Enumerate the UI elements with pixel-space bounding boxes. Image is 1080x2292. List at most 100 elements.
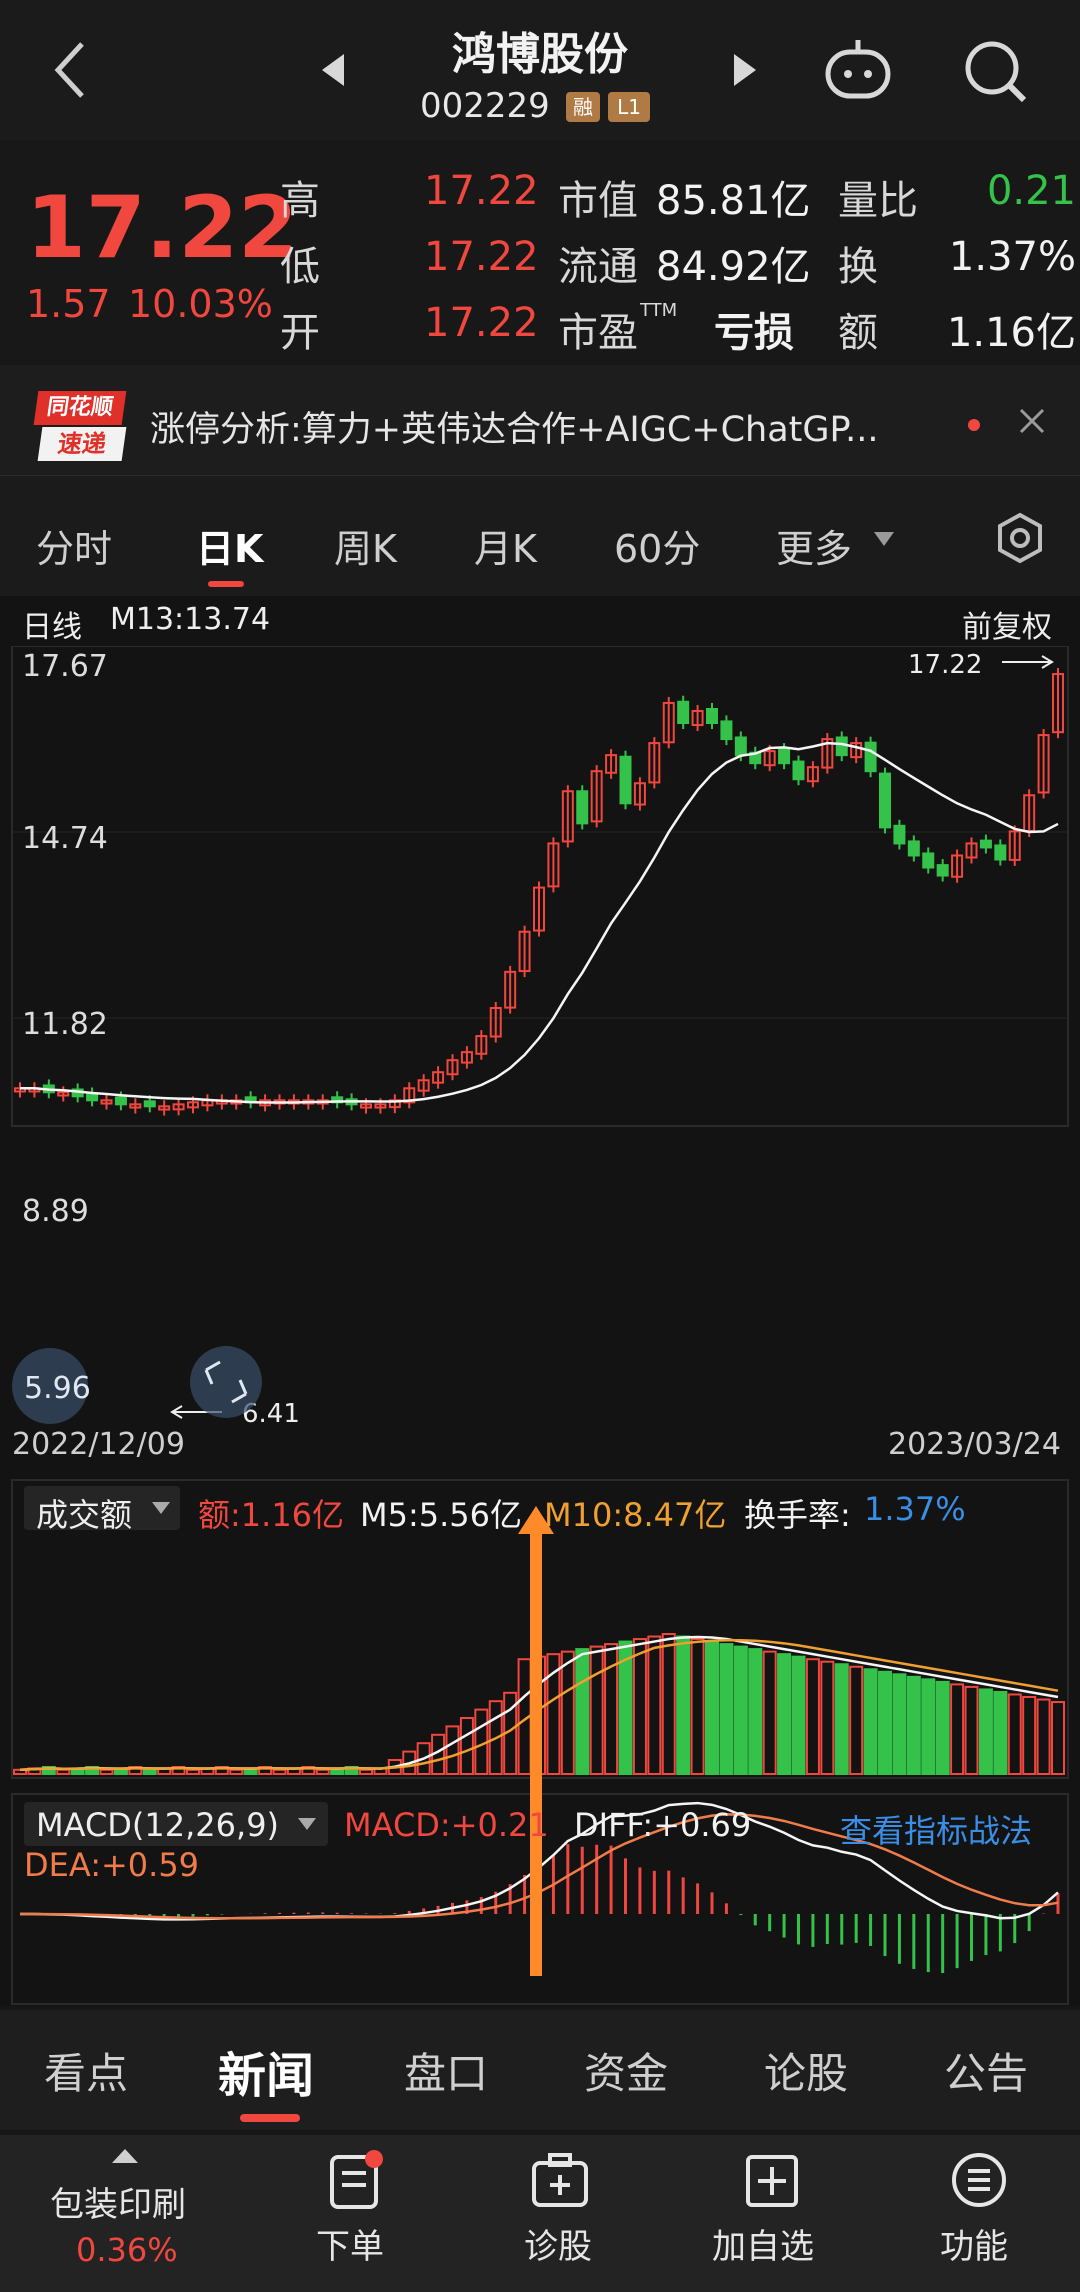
place-order-button[interactable]: 下单 [290,2135,416,2292]
pe-ttm-sup: TTM [640,300,678,321]
robot-assistant-icon[interactable] [822,38,894,102]
volume-bar [805,1658,820,1776]
volume-bar [849,1665,864,1776]
volume-bar [834,1663,849,1775]
macd-selector-label: MACD(12,26,9) [36,1806,280,1844]
volume-bar [935,1680,950,1776]
candle [619,755,632,805]
caret-up-icon[interactable] [112,2149,138,2165]
tab-weekly-k[interactable]: 周K [334,518,397,573]
low-label: 低 [280,244,320,290]
volume-selector[interactable]: 成交额 [24,1486,180,1534]
search-icon[interactable] [962,38,1030,106]
tab-discussion[interactable]: 论股 [764,2040,848,2101]
tab-news[interactable]: 新闻 [218,2036,314,2106]
event-bubble-label: 5.96 [24,1371,91,1406]
high-value: 17.22 [424,168,539,214]
news-headline[interactable]: 涨停分析:算力+英伟达合作+AIGC+ChatGP... [150,401,879,452]
volume-bar [921,1678,936,1775]
bottom-action-bar: 包装印刷 0.36% 下单 诊股 加自选 功能 [0,2135,1080,2292]
functions-button[interactable]: 功能 [912,2135,1042,2292]
volume-bar [863,1668,878,1776]
chevron-down-icon [874,532,894,546]
unread-dot [968,419,980,431]
volume-bar [632,1638,647,1775]
turnover-rate-value: 1.37% [864,1490,966,1528]
volume-bar [878,1670,892,1776]
tab-daily-k[interactable]: 日K [196,518,263,573]
market-cap-label: 市值 [558,178,638,224]
place-order-label: 下单 [316,2227,384,2267]
news-logo-bottom: 速递 [37,427,127,461]
active-tab-indicator [240,2114,300,2122]
volume-bar [315,1768,330,1776]
volume-ratio-value: 0.21 [986,168,1076,214]
macd-selector[interactable]: MACD(12,26,9) [24,1802,328,1846]
diagnose-button[interactable]: 诊股 [494,2135,624,2292]
add-watchlist-icon [746,2155,798,2207]
volume-bar [459,1717,474,1775]
volume-bar [186,1768,200,1776]
chevron-down-icon [298,1818,316,1830]
volume-bar [762,1650,777,1776]
candle [936,864,949,877]
adjust-mode[interactable]: 前复权 [962,602,1052,646]
candle [979,839,992,849]
tab-60min[interactable]: 60分 [614,518,700,573]
max-price-label: 17.22 [908,650,982,680]
candle [835,736,848,757]
news-ticker[interactable]: 同花顺 速递 涨停分析:算力+英伟达合作+AIGC+ChatGP... [0,365,1080,475]
candlestick-series [14,668,1064,1116]
close-icon[interactable] [1018,407,1046,435]
tab-intraday[interactable]: 分时 [36,518,112,573]
next-stock-icon[interactable] [732,52,758,88]
back-icon[interactable] [50,40,90,100]
zoom-bubble[interactable] [190,1346,262,1418]
volume-bar [906,1675,921,1775]
candle [994,844,1007,861]
candle [86,1092,99,1102]
volume-bar [748,1648,763,1775]
sector-name[interactable]: 包装印刷 [50,2177,186,2226]
low-value: 17.22 [424,234,539,280]
candle [734,736,747,757]
high-label: 高 [280,178,320,224]
tab-order-book[interactable]: 盘口 [404,2040,488,2101]
tab-highlights[interactable]: 看点 [44,2040,128,2101]
pe-value: 亏损 [714,310,794,356]
volume-bar [575,1648,590,1775]
y-tick-1: 17.67 [22,649,108,684]
margin-badge: 融 [566,92,600,122]
quote-panel: 17.22 1.57 10.03% 高 17.22 市值 85.81亿 量比 0… [0,140,1080,365]
volume-bar [1022,1696,1037,1775]
y-tick-2: 14.74 [22,821,108,856]
amount-label: 额 [838,310,878,356]
tab-monthly-k[interactable]: 月K [474,518,537,573]
dea-value: DEA:+0.59 [24,1846,200,1884]
macd-value: MACD:+0.21 [344,1806,549,1844]
period-tabs: 分时 日K 周K 月K 60分 更多 [0,475,1080,597]
order-icon [330,2150,383,2209]
open-value: 17.22 [424,300,539,346]
tab-capital-flow[interactable]: 资金 [584,2040,668,2101]
y-tick-4: 8.89 [22,1194,89,1229]
volume-bar [142,1768,157,1776]
volume-bar [705,1640,719,1775]
turnover-label: 换 [838,244,878,290]
date-start: 2022/12/09 [12,1427,185,1462]
candle [720,720,733,741]
tab-more[interactable]: 更多 [776,518,852,573]
volume-bar [676,1635,691,1776]
add-watchlist-button[interactable]: 加自选 [702,2135,842,2292]
candle [778,748,791,765]
settings-icon[interactable] [994,512,1046,564]
prev-stock-icon[interactable] [320,52,346,88]
indicator-strategy-link[interactable]: 查看指标战法 [840,1806,1032,1852]
tab-announcements[interactable]: 公告 [944,2040,1028,2101]
candle [922,852,935,869]
turnover-value: 1.37% [948,234,1076,280]
volume-bar [993,1690,1008,1775]
volume-bar [719,1643,734,1776]
volume-m10: M10:8.47亿 [544,1496,727,1534]
volume-bar [950,1683,965,1776]
